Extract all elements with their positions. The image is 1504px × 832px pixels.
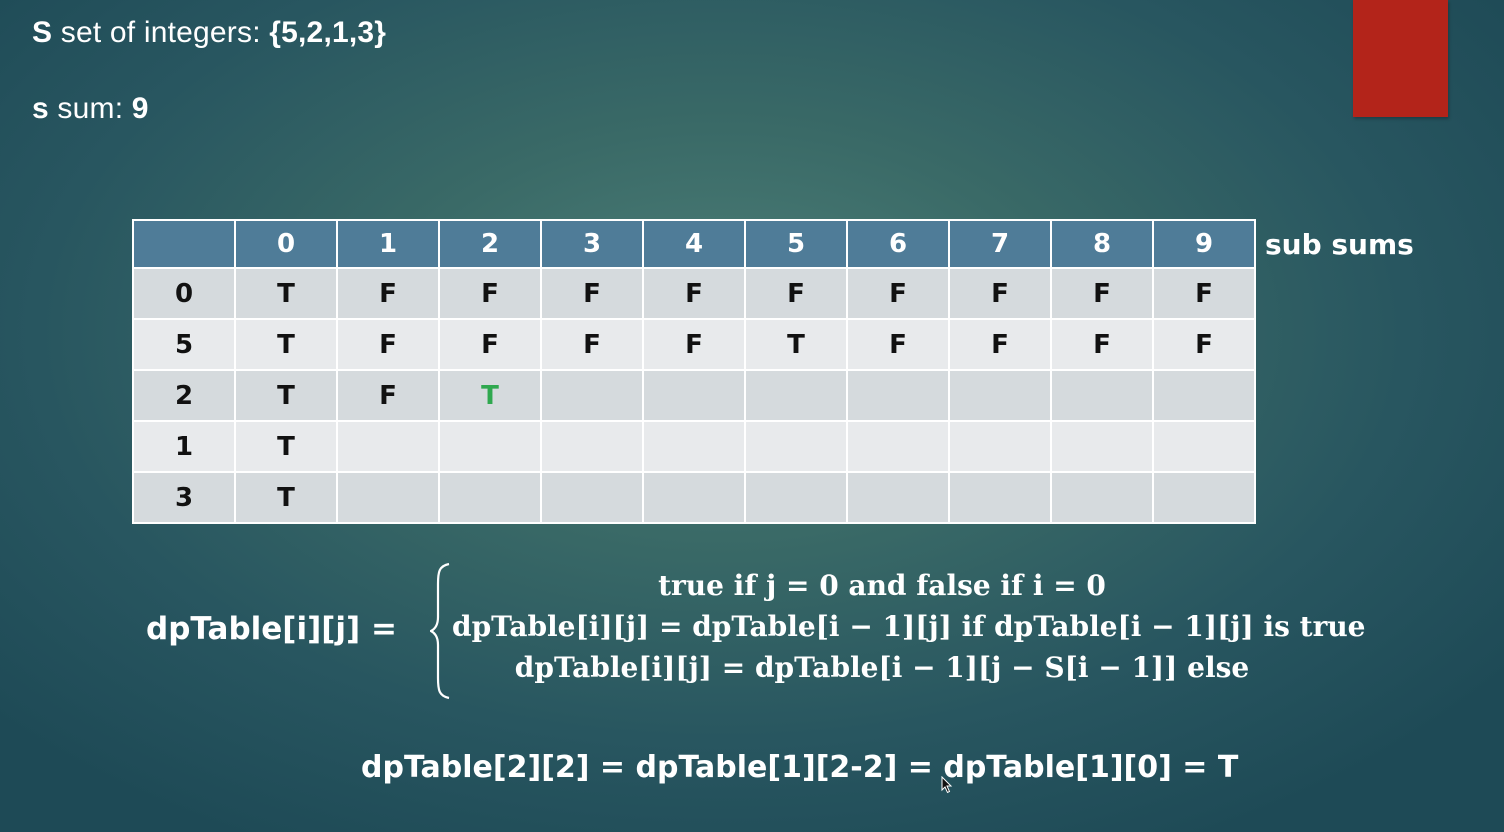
table-cell: T [234,369,338,422]
table-cell: F [948,267,1052,320]
table-cell: F [540,267,644,320]
column-header: 2 [438,219,542,269]
formula-case-true: dpTable[i][j] = dpTable[i − 1][j] if dpT… [452,610,1366,643]
column-header: 4 [642,219,746,269]
set-line: S set of integers: {5,2,1,3} [32,16,386,50]
table-cell [1050,471,1154,524]
sum-line: s sum: 9 [32,92,149,126]
mouse-pointer-icon [941,776,953,794]
table-cell [744,471,848,524]
table-cell: F [1050,318,1154,371]
table-cell: F [642,318,746,371]
corner-cell [132,219,236,269]
sum-label: sum: [48,92,132,125]
table-cell: F [744,267,848,320]
table-cell: F [846,267,950,320]
table-cell [540,369,644,422]
table-cell: F [336,369,440,422]
sub-sums-label: sub sums [1265,228,1414,261]
example-equation: dpTable[2][2] = dpTable[1][2-2] = dpTabl… [361,750,1239,785]
column-header: 5 [744,219,848,269]
table-cell: F [336,267,440,320]
formula-case-base: true if j = 0 and false if i = 0 [658,569,1106,602]
table-cell: F [336,318,440,371]
table-row: 0TFFFFFFFFF [132,267,1256,320]
table-cell [948,369,1052,422]
row-label: 5 [132,318,236,371]
table-cell [642,369,746,422]
table-cell [744,420,848,473]
column-header: 3 [540,219,644,269]
table-cell: F [438,318,542,371]
table-cell: F [642,267,746,320]
sum-letter: s [32,92,49,125]
column-header: 1 [336,219,440,269]
accent-block [1353,0,1448,117]
table-cell [1152,420,1256,473]
set-label: set of integers: [52,16,270,49]
table-cell [642,471,746,524]
table-cell: T [744,318,848,371]
table-cell: F [540,318,644,371]
left-brace-icon [430,562,450,700]
table-cell: F [1152,267,1256,320]
table-cell: F [948,318,1052,371]
table-cell [846,471,950,524]
table-cell [540,471,644,524]
table-cell [1152,471,1256,524]
table-cell [540,420,644,473]
table-cell: F [846,318,950,371]
sum-value: 9 [131,92,149,125]
set-value: {5,2,1,3} [269,16,387,49]
table-cell [1050,369,1154,422]
column-header: 6 [846,219,950,269]
table-cell [642,420,746,473]
table-cell [948,471,1052,524]
table-row: 1T [132,420,1256,473]
table-cell: T [234,318,338,371]
row-label: 0 [132,267,236,320]
table-cell: F [438,267,542,320]
dp-table: 0 1 2 3 4 5 6 7 8 9 0TFFFFFFFFF5TFFFFTFF… [132,219,1256,524]
formula-cases: true if j = 0 and false if i = 0 dpTable… [452,565,1366,688]
table-cell: T [438,369,542,422]
table-cell [846,369,950,422]
table-row: 5TFFFFTFFFF [132,318,1256,371]
table-cell [336,471,440,524]
column-header: 8 [1050,219,1154,269]
column-header: 9 [1152,219,1256,269]
table-row: 3T [132,471,1256,524]
table-cell [438,420,542,473]
table-cell [438,471,542,524]
table-cell [846,420,950,473]
formula-lhs: dpTable[i][j] = [146,611,397,647]
table-cell: T [234,267,338,320]
table-row: 2TFT [132,369,1256,422]
table-cell: F [1152,318,1256,371]
table-cell [1152,369,1256,422]
header-row: 0 1 2 3 4 5 6 7 8 9 [132,219,1256,269]
table-cell: T [234,420,338,473]
table-cell [336,420,440,473]
row-label: 1 [132,420,236,473]
table-cell: T [234,471,338,524]
row-label: 2 [132,369,236,422]
row-label: 3 [132,471,236,524]
table-cell [948,420,1052,473]
table-cell [1050,420,1154,473]
table-cell [744,369,848,422]
column-header: 0 [234,219,338,269]
column-header: 7 [948,219,1052,269]
formula-case-else: dpTable[i][j] = dpTable[i − 1][j − S[i −… [514,651,1250,684]
set-letter: S [32,16,53,49]
table-cell: F [1050,267,1154,320]
